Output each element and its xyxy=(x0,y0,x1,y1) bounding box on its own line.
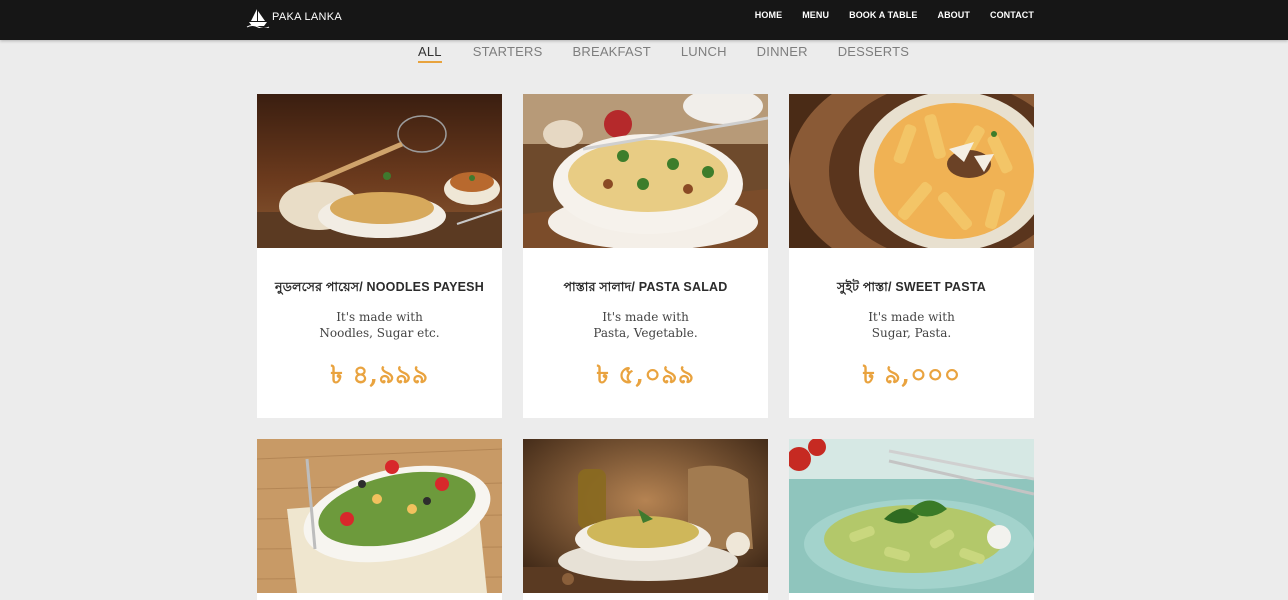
tab-breakfast[interactable]: BREAKFAST xyxy=(572,44,650,63)
menu-item-price: ৳ ৪,৯৯৯ xyxy=(330,360,429,389)
sweet-pasta-photo xyxy=(789,94,1034,248)
menu-item-title: নুডলসের পায়েস/ NOODLES PAYESH xyxy=(275,280,484,294)
nav-menu[interactable]: MENU xyxy=(802,10,829,20)
tab-all[interactable]: ALL xyxy=(418,44,442,63)
menu-card[interactable]: সুইট পাস্তা/ SWEET PASTA It's made with … xyxy=(789,94,1034,418)
menu-item-desc-line2: Noodles, Sugar etc. xyxy=(319,326,440,340)
brand-name: PAKA LANKA xyxy=(272,11,343,23)
menu-filter-tabs: ALL STARTERS BREAKFAST LUNCH DINNER DESS… xyxy=(418,44,909,63)
pasta-tomato-salad-photo xyxy=(257,439,502,593)
tab-lunch[interactable]: LUNCH xyxy=(681,44,727,63)
menu-item-desc-line1: It's made with xyxy=(868,310,955,324)
menu-item-price: ৳ ৫,০৯৯ xyxy=(596,360,695,389)
noodles-payesh-photo xyxy=(257,94,502,248)
menu-card[interactable]: পাস্তার সালাদ/ PASTA SALAD It's made wit… xyxy=(523,94,768,418)
menu-card[interactable] xyxy=(257,439,502,600)
pasta-salad-photo xyxy=(523,94,768,248)
menu-card[interactable] xyxy=(789,439,1034,600)
tab-starters[interactable]: STARTERS xyxy=(473,44,543,63)
pesto-penne-photo xyxy=(523,439,768,593)
tab-desserts[interactable]: DESSERTS xyxy=(838,44,909,63)
ship-logo-icon xyxy=(246,6,270,28)
nav-about[interactable]: ABOUT xyxy=(937,10,970,20)
menu-item-title: পাস্তার সালাদ/ PASTA SALAD xyxy=(563,280,728,294)
nav-home[interactable]: HOME xyxy=(755,10,782,20)
main-nav: HOME MENU BOOK A TABLE ABOUT CONTACT xyxy=(755,10,1034,20)
top-navbar: PAKA LANKA HOME MENU BOOK A TABLE ABOUT … xyxy=(0,0,1288,40)
brand-logo[interactable]: PAKA LANKA xyxy=(246,5,342,29)
menu-item-desc-line1: It's made with xyxy=(336,310,423,324)
tab-dinner[interactable]: DINNER xyxy=(757,44,808,63)
menu-item-desc-line2: Sugar, Pasta. xyxy=(871,326,952,340)
menu-card[interactable]: নুডলসের পায়েস/ NOODLES PAYESH It's made… xyxy=(257,94,502,418)
menu-item-price: ৳ ৯,০০০ xyxy=(862,360,961,389)
menu-card[interactable] xyxy=(523,439,768,600)
green-pasta-photo xyxy=(789,439,1034,593)
nav-contact[interactable]: CONTACT xyxy=(990,10,1034,20)
menu-item-desc-line1: It's made with xyxy=(602,310,689,324)
nav-book-a-table[interactable]: BOOK A TABLE xyxy=(849,10,917,20)
menu-item-desc-line2: Pasta, Vegetable. xyxy=(593,326,698,340)
menu-item-title: সুইট পাস্তা/ SWEET PASTA xyxy=(837,280,986,294)
